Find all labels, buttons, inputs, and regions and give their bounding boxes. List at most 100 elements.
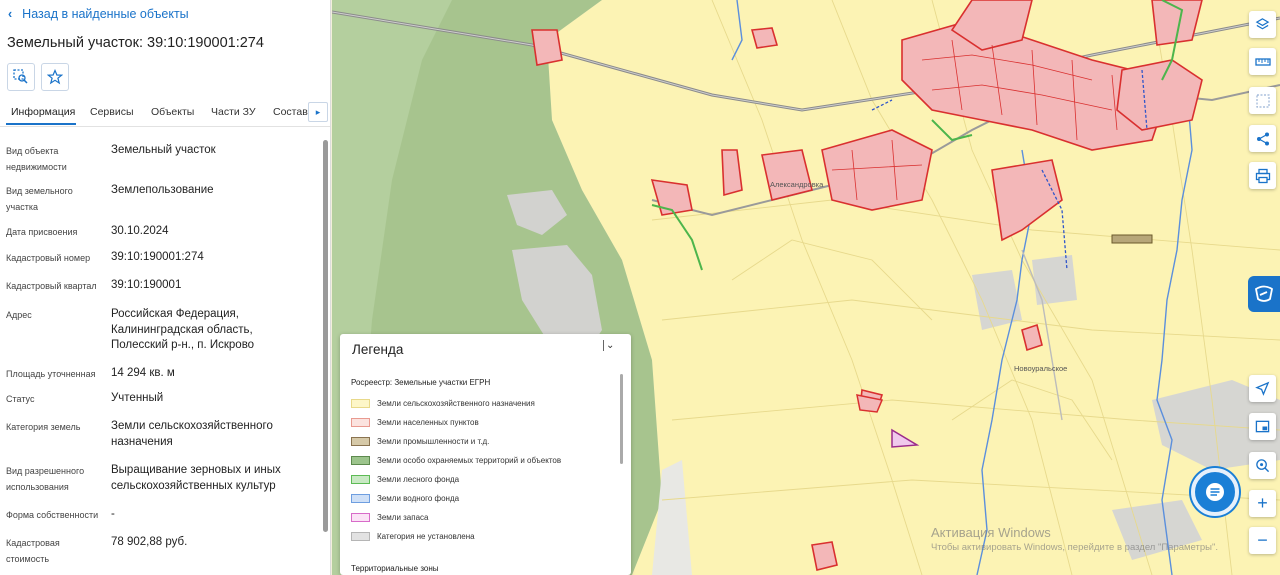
- legend-item: Земли водного фонда: [351, 492, 459, 504]
- star-icon: [47, 69, 63, 85]
- legend-item: Земли лесного фонда: [351, 473, 459, 485]
- legend-item-label: Земли водного фонда: [377, 493, 460, 503]
- legend-title: Легенда: [352, 342, 404, 357]
- feedback-icon: [1254, 285, 1274, 302]
- zoom-to-object-icon: [13, 69, 28, 84]
- tab-parts[interactable]: Части ЗУ: [211, 106, 256, 118]
- legend-swatch: [351, 512, 370, 522]
- legend-section-title: Территориальные зоны: [351, 564, 439, 573]
- prop-label-ownership: Форма собственности: [6, 510, 99, 520]
- prop-label-status: Статус: [6, 394, 35, 404]
- prop-label-object-type: Вид объекта недвижимости: [6, 146, 67, 172]
- legend-collapse-button[interactable]: ⌄: [603, 340, 614, 351]
- share-button[interactable]: [1249, 125, 1276, 152]
- legend-item: Земли промышленности и т.д.: [351, 435, 489, 447]
- collapse-icon: ⌄: [606, 340, 615, 351]
- tab-objects[interactable]: Объекты: [151, 106, 194, 118]
- tab-bar: Информация Сервисы Объекты Части ЗУ Сост…: [0, 100, 330, 126]
- locate-icon: [1255, 381, 1270, 396]
- legend-item: Земли населенных пунктов: [351, 416, 479, 428]
- chat-button[interactable]: [1191, 468, 1239, 516]
- legend-panel: Легенда ⌄ Росреестр: Земельные участки Е…: [340, 334, 631, 575]
- panel-scrollbar[interactable]: [323, 140, 328, 532]
- prop-value-area: 14 294 кв. м: [111, 367, 175, 379]
- map-label-settlement-2: Новоуральское: [1014, 364, 1068, 373]
- prop-value-ownership: -: [111, 508, 115, 520]
- tab-services[interactable]: Сервисы: [90, 106, 134, 118]
- chevron-right-icon: ▸: [315, 106, 321, 117]
- layers-icon: [1255, 18, 1270, 30]
- share-icon: [1256, 132, 1269, 145]
- zoom-in-button[interactable]: +: [1249, 490, 1276, 517]
- legend-swatch: [351, 455, 370, 465]
- print-icon: [1255, 168, 1270, 183]
- zoom-in-icon: +: [1257, 493, 1268, 513]
- tab-info[interactable]: Информация: [11, 106, 75, 118]
- zoom-out-icon: −: [1257, 530, 1268, 550]
- select-area-icon: [1255, 93, 1270, 108]
- legend-item-label: Земли лесного фонда: [377, 474, 460, 484]
- prop-label-permitted-use: Вид разрешенного использования: [6, 466, 85, 492]
- prop-label-date: Дата присвоения: [6, 227, 78, 237]
- prop-label-cadastral-quarter: Кадастровый квартал: [6, 281, 97, 291]
- prop-label-land-type: Вид земельного участка: [6, 186, 73, 212]
- legend-swatch: [351, 531, 370, 541]
- legend-scrollbar[interactable]: [620, 374, 623, 464]
- prop-label-address: Адрес: [6, 310, 32, 320]
- prop-value-land-type: Землепользование: [111, 184, 214, 196]
- search-location-icon: [1256, 459, 1270, 473]
- select-area-button[interactable]: [1249, 87, 1276, 114]
- chevron-left-icon: ‹: [8, 7, 13, 21]
- legend-swatch: [351, 436, 370, 446]
- divider: [0, 126, 330, 127]
- legend-item: Земли сельскохозяйственного назначения: [351, 397, 535, 409]
- prop-value-cadastral-number[interactable]: 39:10:190001:274: [111, 250, 316, 266]
- legend-item-label: Земли запаса: [377, 512, 429, 522]
- map-label-settlement-1: Александровка: [770, 180, 824, 189]
- search-location-button[interactable]: [1249, 452, 1276, 479]
- windows-activation-title: Активация Windows: [931, 525, 1051, 540]
- layers-button[interactable]: [1249, 11, 1276, 38]
- zoom-out-button[interactable]: −: [1249, 527, 1276, 554]
- feedback-button[interactable]: [1248, 276, 1280, 312]
- ruler-icon: [1254, 57, 1271, 66]
- print-button[interactable]: [1249, 162, 1276, 189]
- back-link-label: Назад в найденные объекты: [22, 7, 189, 21]
- page-title: Земельный участок: 39:10:190001:274: [7, 35, 264, 51]
- prop-value-date: 30.10.2024: [111, 225, 169, 237]
- legend-item-label: Категория не установлена: [377, 531, 475, 541]
- zoom-to-object-button[interactable]: [7, 63, 35, 91]
- prop-value-status: Учтенный: [111, 392, 164, 404]
- legend-item-label: Земли сельскохозяйственного назначения: [377, 398, 535, 408]
- minimap-icon: [1255, 420, 1270, 433]
- prop-label-land-category: Категория земель: [6, 422, 81, 432]
- active-tab-indicator: [6, 123, 76, 125]
- legend-subtitle: Росреестр: Земельные участки ЕГРН: [351, 378, 491, 387]
- locate-button[interactable]: [1249, 375, 1276, 402]
- legend-swatch: [351, 493, 370, 503]
- legend-item-label: Земли особо охраняемых территорий и объе…: [377, 455, 562, 465]
- favorite-button[interactable]: [41, 63, 69, 91]
- legend-swatch: [351, 474, 370, 484]
- ruler-button[interactable]: [1249, 48, 1276, 75]
- windows-activation-text: Чтобы активировать Windows, перейдите в …: [931, 542, 1218, 553]
- prop-value-object-type: Земельный участок: [111, 144, 216, 156]
- prop-label-area: Площадь уточненная: [6, 369, 96, 379]
- back-link[interactable]: ‹ Назад в найденные объекты: [8, 7, 189, 21]
- prop-label-cadastral-value: Кадастровая стоимость: [6, 538, 60, 564]
- prop-value-cadastral-value: 78 902,88 руб.: [111, 536, 188, 548]
- legend-item: Земли особо охраняемых территорий и объе…: [351, 454, 561, 466]
- legend-swatch: [351, 417, 370, 427]
- prop-label-cadastral-number: Кадастровый номер: [6, 253, 91, 263]
- tab-composition[interactable]: Состав: [273, 106, 308, 118]
- legend-item: Категория не установлена: [351, 530, 475, 542]
- prop-value-land-category: Земли сельскохозяйственного назначения: [111, 420, 273, 448]
- minimap-button[interactable]: [1249, 413, 1276, 440]
- legend-item-label: Земли промышленности и т.д.: [377, 436, 490, 446]
- legend-item: Земли запаса: [351, 511, 429, 523]
- tabs-next-button[interactable]: ▸: [308, 102, 328, 122]
- legend-swatch: [351, 398, 370, 408]
- info-panel: ‹ Назад в найденные объекты Земельный уча…: [0, 0, 331, 575]
- prop-value-address: Российская Федерация, Калининградская об…: [111, 308, 255, 351]
- prop-value-cadastral-quarter[interactable]: 39:10:190001: [111, 278, 316, 294]
